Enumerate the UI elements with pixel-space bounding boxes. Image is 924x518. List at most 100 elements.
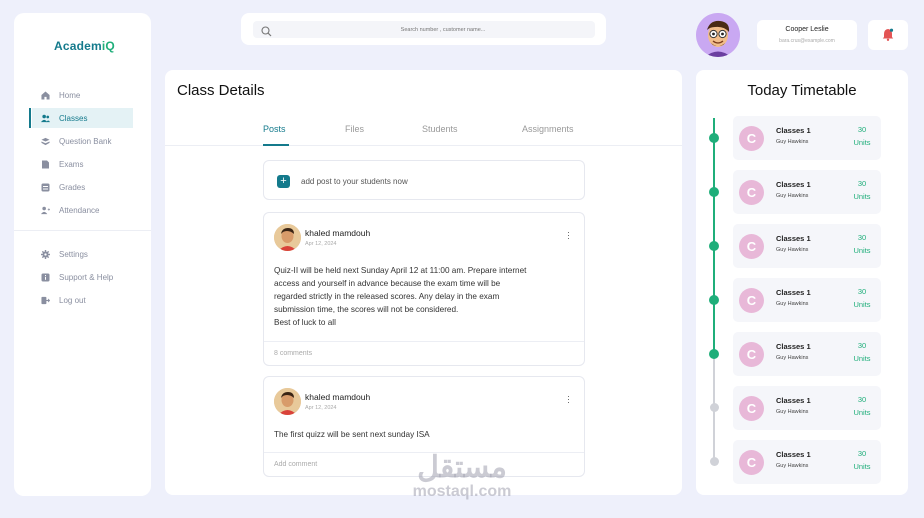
post-body-line: regarded strictly in the released scores… bbox=[274, 292, 500, 301]
search-input[interactable] bbox=[293, 21, 593, 38]
class-details-panel: Class Details Posts Files Students Assig… bbox=[165, 70, 682, 495]
teacher-name: Guy Hawkins bbox=[776, 301, 809, 307]
timetable-slot[interactable]: C Classes 1 Guy Hawkins 30 Units bbox=[733, 332, 881, 376]
timeline-connector bbox=[713, 300, 715, 354]
tab-students[interactable]: Students bbox=[422, 124, 458, 146]
units-label: Units bbox=[853, 462, 871, 471]
sidebar-item-label: Log out bbox=[59, 295, 86, 305]
search-bar bbox=[241, 13, 606, 45]
notification-button[interactable] bbox=[868, 20, 908, 50]
tab-assignments[interactable]: Assignments bbox=[522, 124, 574, 146]
more-vertical-icon[interactable]: · · · bbox=[567, 392, 570, 407]
home-icon bbox=[41, 90, 50, 100]
timetable-panel: Today Timetable C Classes 1 Guy Hawkins 30 U… bbox=[696, 70, 908, 495]
user-card[interactable]: Cooper Leslie bara.crus@example.com bbox=[757, 20, 857, 50]
sidebar-item-settings[interactable]: Settings bbox=[14, 244, 151, 264]
timeline-dot bbox=[709, 457, 719, 466]
more-vertical-icon[interactable]: · · · bbox=[567, 228, 570, 243]
stack-icon bbox=[41, 137, 50, 146]
sidebar-item-exams[interactable]: Exams bbox=[14, 154, 151, 174]
sidebar-item-label: Exams bbox=[59, 159, 84, 169]
post-body-line: submission time, the scores will not be … bbox=[274, 305, 459, 314]
plus-icon[interactable]: + bbox=[277, 175, 290, 188]
sidebar-divider bbox=[14, 230, 151, 231]
timeline-dot bbox=[709, 241, 719, 251]
watermark-latin: mostaql.com bbox=[412, 483, 512, 500]
sidebar-item-label: Grades bbox=[59, 182, 86, 192]
comments-count[interactable]: 8 comments bbox=[274, 350, 312, 357]
tab-posts[interactable]: Posts bbox=[263, 124, 289, 146]
sidebar-item-label: Classes bbox=[59, 113, 88, 123]
watermark-arabic: مستقل bbox=[417, 451, 507, 484]
add-post-box[interactable]: + add post to your students now bbox=[263, 160, 585, 200]
sidebar-item-classes[interactable]: Classes bbox=[29, 108, 133, 128]
user-avatar[interactable] bbox=[696, 13, 740, 57]
post-body-line: The first quizz will be sent next sunday… bbox=[274, 430, 430, 439]
timeline-dot bbox=[709, 187, 719, 197]
sidebar-item-home[interactable]: Home bbox=[14, 85, 151, 105]
timeline-dot bbox=[709, 349, 719, 359]
sidebar-item-grades[interactable]: Grades bbox=[14, 177, 151, 197]
timetable-slot[interactable]: C Classes 1 Guy Hawkins 30 Units bbox=[733, 224, 881, 268]
timetable-slot[interactable]: C Classes 1 Guy Hawkins 30 Units bbox=[733, 116, 881, 160]
class-name: Classes 1 bbox=[776, 342, 811, 351]
post-author: khaled mamdouh bbox=[305, 392, 371, 402]
units-label: Units bbox=[853, 300, 871, 309]
post-body-line: access and yourself in advance because t… bbox=[274, 279, 501, 288]
sidebar-item-question-bank[interactable]: Question Bank bbox=[14, 131, 151, 151]
post-author: khaled mamdouh bbox=[305, 228, 371, 238]
gear-icon bbox=[41, 249, 50, 259]
timetable-slot[interactable]: C Classes 1 Guy Hawkins 30 Units bbox=[733, 278, 881, 322]
teacher-name: Guy Hawkins bbox=[776, 139, 809, 145]
add-comment-input[interactable]: Add comment bbox=[274, 461, 317, 468]
class-name: Classes 1 bbox=[776, 288, 811, 297]
units-count: 30 bbox=[857, 125, 867, 134]
author-avatar[interactable] bbox=[274, 388, 301, 415]
units-count: 30 bbox=[857, 395, 867, 404]
page-title: Class Details bbox=[177, 82, 265, 99]
units-label: Units bbox=[853, 192, 871, 201]
tabs: Posts Files Students Assignments bbox=[165, 124, 682, 146]
sidebar: AcademiQ Home Classes Question Bank Exam… bbox=[14, 13, 151, 496]
timeline-connector bbox=[713, 408, 715, 462]
tab-files[interactable]: Files bbox=[345, 124, 364, 146]
user-add-icon bbox=[41, 206, 50, 215]
author-avatar[interactable] bbox=[274, 224, 301, 251]
app-logo[interactable]: AcademiQ bbox=[54, 39, 115, 53]
timetable-slot[interactable]: C Classes 1 Guy Hawkins 30 Units bbox=[733, 440, 881, 484]
post-date: Apr 12, 2024 bbox=[305, 405, 337, 411]
sidebar-item-label: Home bbox=[59, 90, 81, 100]
sidebar-item-label: Question Bank bbox=[59, 136, 112, 146]
sidebar-item-logout[interactable]: Log out bbox=[14, 290, 151, 310]
timeline-dot bbox=[709, 133, 719, 143]
timetable-slot[interactable]: C Classes 1 Guy Hawkins 30 Units bbox=[733, 170, 881, 214]
watermark-logo: مستقل mostaql.com bbox=[404, 452, 520, 500]
timeline-connector bbox=[713, 354, 715, 408]
units-count: 30 bbox=[857, 449, 867, 458]
post-body: Quiz-II will be held next Sunday April 1… bbox=[274, 264, 574, 329]
post-date: Apr 12, 2024 bbox=[305, 241, 337, 247]
class-name: Classes 1 bbox=[776, 180, 811, 189]
sidebar-item-label: Settings bbox=[59, 249, 88, 259]
units-label: Units bbox=[853, 354, 871, 363]
post-footer: 8 comments bbox=[264, 341, 584, 365]
post-card: khaled mamdouh Apr 12, 2024 · · · Quiz-II … bbox=[263, 212, 585, 366]
units-label: Units bbox=[853, 246, 871, 255]
timetable-slot[interactable]: C Classes 1 Guy Hawkins 30 Units bbox=[733, 386, 881, 430]
class-avatar: C bbox=[739, 342, 764, 367]
search-icon[interactable] bbox=[261, 24, 272, 42]
class-avatar: C bbox=[739, 180, 764, 205]
timeline-connector bbox=[713, 192, 715, 246]
class-name: Classes 1 bbox=[776, 450, 811, 459]
info-icon bbox=[41, 273, 50, 282]
sidebar-item-support[interactable]: Support & Help bbox=[14, 267, 151, 287]
teacher-name: Guy Hawkins bbox=[776, 355, 809, 361]
sidebar-item-attendance[interactable]: Attendance bbox=[14, 200, 151, 220]
logout-icon bbox=[41, 296, 50, 305]
search-field-wrapper bbox=[253, 21, 595, 38]
teacher-name: Guy Hawkins bbox=[776, 463, 809, 469]
table-icon bbox=[41, 183, 50, 192]
class-name: Classes 1 bbox=[776, 396, 811, 405]
post-body-line: Best of luck to all bbox=[274, 318, 336, 327]
class-avatar: C bbox=[739, 450, 764, 475]
